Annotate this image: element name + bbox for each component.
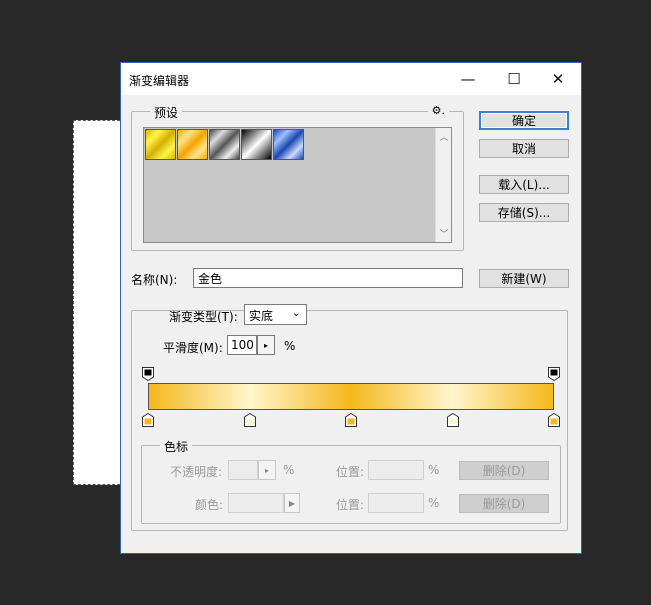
smoothness-percent: % bbox=[284, 339, 296, 353]
smoothness-input[interactable] bbox=[227, 335, 257, 355]
color-label: 颜色: bbox=[195, 498, 224, 512]
save-button[interactable]: 存储(S)... bbox=[479, 203, 569, 222]
gradient-type-select[interactable]: 实底 ⌄ bbox=[244, 304, 307, 325]
new-button[interactable]: 新建(W) bbox=[479, 269, 569, 288]
presets-list: ︿ ﹀ bbox=[143, 127, 452, 243]
preset-swatch-orange-yellow-orange[interactable] bbox=[177, 129, 208, 160]
color-menu-arrow[interactable]: ▶ bbox=[284, 493, 300, 513]
dialog-title: 渐变编辑器 bbox=[129, 74, 190, 88]
opacity-percent: % bbox=[283, 463, 295, 477]
opacity-stop-1[interactable] bbox=[142, 367, 154, 381]
color-delete-button[interactable]: 删除(D) bbox=[459, 494, 549, 513]
maximize-button[interactable]: ☐ bbox=[491, 63, 537, 95]
smoothness-label: 平滑度(M): bbox=[163, 341, 223, 355]
stops-legend: 色标 bbox=[160, 438, 193, 455]
title-bar: 渐变编辑器 — ☐ ✕ bbox=[121, 63, 581, 95]
chevron-down-icon: ⌄ bbox=[291, 306, 301, 319]
color-location-input[interactable] bbox=[368, 493, 424, 513]
preset-swatch-steel-bars[interactable] bbox=[209, 129, 240, 160]
presets-group: 预设 ⚙. ︿ ﹀ bbox=[131, 104, 464, 251]
opacity-location-percent: % bbox=[428, 463, 440, 477]
opacity-label: 不透明度: bbox=[170, 465, 223, 479]
smoothness-stepper[interactable]: ▸ bbox=[257, 335, 275, 355]
minimize-button[interactable]: — bbox=[445, 63, 491, 95]
name-input[interactable] bbox=[193, 268, 463, 288]
name-label: 名称(N): bbox=[131, 273, 178, 287]
color-stop-4[interactable] bbox=[446, 413, 459, 427]
scroll-up-icon[interactable]: ︿ bbox=[436, 130, 452, 143]
preset-swatch-blue-bars[interactable] bbox=[273, 129, 304, 160]
color-location-percent: % bbox=[428, 496, 440, 510]
gradient-type-label: 渐变类型(T): bbox=[169, 310, 238, 324]
color-location-label: 位置: bbox=[336, 498, 365, 512]
ok-button[interactable]: 确定 bbox=[479, 111, 569, 130]
close-button[interactable]: ✕ bbox=[535, 63, 581, 95]
load-button[interactable]: 载入(L)... bbox=[479, 175, 569, 194]
color-swatch[interactable] bbox=[228, 493, 284, 513]
gradient-type-value: 实底 bbox=[249, 309, 274, 323]
opacity-input[interactable] bbox=[228, 460, 258, 480]
gear-icon[interactable]: ⚙. bbox=[427, 104, 449, 117]
opacity-location-label: 位置: bbox=[336, 465, 365, 479]
gradient-bar[interactable] bbox=[148, 383, 554, 410]
preset-swatch-yellow-violet-yellow[interactable] bbox=[145, 129, 176, 160]
color-stop-1[interactable] bbox=[142, 413, 154, 427]
presets-scrollbar[interactable]: ︿ ﹀ bbox=[435, 128, 451, 242]
opacity-delete-button[interactable]: 删除(D) bbox=[459, 461, 549, 480]
preset-swatch-black-white[interactable] bbox=[241, 129, 272, 160]
color-stop-2[interactable] bbox=[243, 413, 256, 427]
document-canvas bbox=[73, 120, 125, 485]
gradient-editor-dialog: 渐变编辑器 — ☐ ✕ 预设 ⚙. ︿ ﹀ 确定 取消 载入(L)... 存储(… bbox=[120, 62, 582, 554]
opacity-stop-2[interactable] bbox=[548, 367, 560, 381]
presets-legend: 预设 bbox=[150, 104, 183, 121]
opacity-stepper[interactable]: ▸ bbox=[258, 460, 276, 480]
scroll-down-icon[interactable]: ﹀ bbox=[436, 227, 452, 240]
color-stop-3[interactable] bbox=[345, 413, 357, 427]
opacity-location-input[interactable] bbox=[368, 460, 424, 480]
color-stop-5[interactable] bbox=[548, 413, 560, 427]
cancel-button[interactable]: 取消 bbox=[479, 139, 569, 158]
